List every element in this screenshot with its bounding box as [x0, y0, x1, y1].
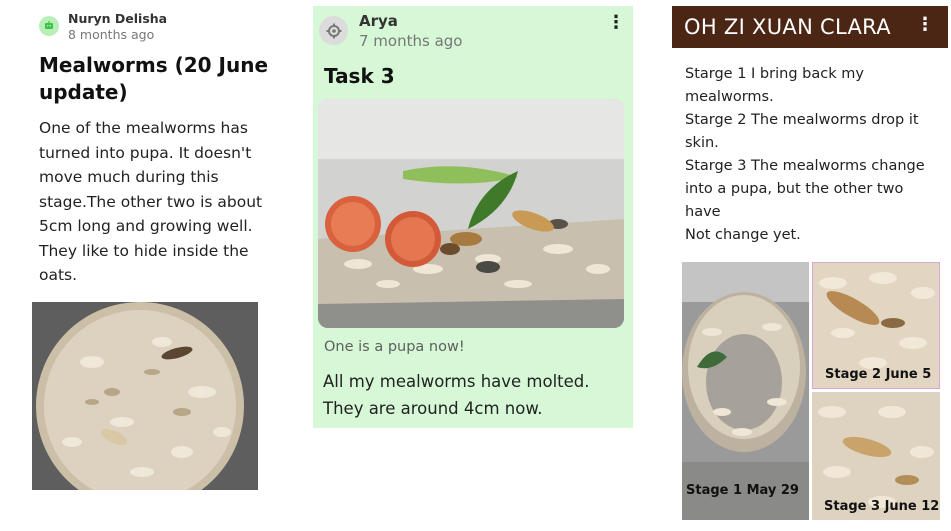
- post-card-nuryn[interactable]: Nuryn Delisha 8 months ago Mealworms (20…: [32, 6, 272, 496]
- post-timestamp: 8 months ago: [68, 27, 155, 42]
- post-card-clara[interactable]: OH ZI XUAN CLARA ⋮ Starge 1 I bring back…: [672, 6, 948, 526]
- post-line: Starge 1 I bring back my: [685, 66, 864, 82]
- stage1-label: Stage 1 May 29: [686, 483, 799, 498]
- post-line: Starge 3 The mealworms change: [685, 158, 925, 174]
- post-title: Mealworms (20 June update): [39, 53, 269, 104]
- gear-avatar-icon: [319, 16, 348, 45]
- stage-photo-collage[interactable]: Stage 1 May 29 Stage 2 June 5 Stage 3 Ju…: [682, 262, 948, 526]
- post-body: One of the mealworms has turned into pup…: [39, 119, 263, 284]
- post-card-arya[interactable]: Arya 7 months ago ⋮ Task 3 One is a pupa…: [313, 6, 633, 428]
- post-line: Not change yet.: [685, 227, 801, 243]
- post-line: mealworms.: [685, 89, 774, 105]
- mealworm-oats-photo[interactable]: [32, 302, 258, 490]
- stage2-photo[interactable]: Stage 2 June 5: [812, 262, 940, 389]
- more-vertical-icon[interactable]: ⋮: [607, 12, 625, 33]
- post-title: Task 3: [324, 64, 395, 88]
- post-author[interactable]: Nuryn Delisha: [68, 11, 167, 26]
- post-author[interactable]: Arya: [359, 12, 398, 30]
- post-header: OH ZI XUAN CLARA ⋮: [672, 6, 948, 48]
- stage1-photo[interactable]: Stage 1 May 29: [682, 262, 809, 520]
- stage3-label: Stage 3 June 12: [824, 499, 940, 514]
- post-line: into a pupa, but the other two: [685, 181, 904, 197]
- post-title: OH ZI XUAN CLARA: [684, 15, 891, 39]
- post-body: Starge 1 I bring back my mealworms. Star…: [685, 63, 940, 247]
- post-line: Starge 2 The mealworms drop it: [685, 112, 919, 128]
- more-vertical-icon[interactable]: ⋮: [916, 14, 934, 35]
- robot-avatar-icon: [39, 16, 59, 36]
- stage2-label: Stage 2 June 5: [825, 367, 932, 382]
- post-line: have: [685, 204, 721, 220]
- post-body: All my mealworms have molted. They are a…: [323, 372, 590, 418]
- stage3-photo[interactable]: Stage 3 June 12: [812, 392, 940, 520]
- post-line: skin.: [685, 135, 719, 151]
- image-caption: One is a pupa now!: [324, 339, 465, 355]
- post-timestamp: 7 months ago: [359, 32, 463, 50]
- mealworm-container-photo[interactable]: [318, 99, 624, 328]
